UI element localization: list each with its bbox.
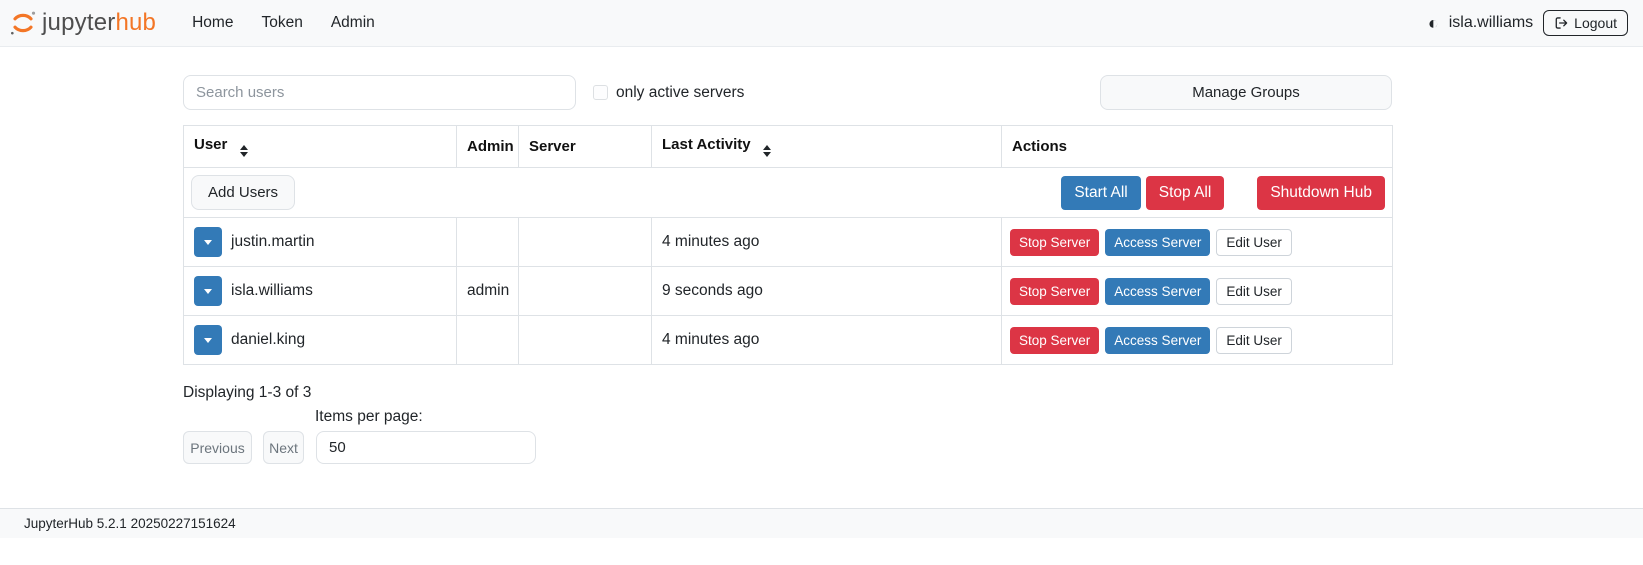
server-cell	[519, 316, 652, 365]
jupyterhub-logo[interactable]: jupyterhub	[8, 8, 156, 38]
nav-right: ◐ isla.williams Logout	[1428, 10, 1628, 36]
caret-down-icon	[204, 338, 212, 343]
user-dropdown-toggle[interactable]	[194, 325, 222, 355]
stop-server-button[interactable]: Stop Server	[1010, 327, 1099, 354]
previous-page-button[interactable]: Previous	[183, 431, 252, 464]
user-row: daniel.king 4 minutes ago Stop Server Ac…	[184, 316, 1393, 365]
sort-icon	[240, 145, 248, 157]
items-per-page-input[interactable]	[316, 431, 536, 464]
manage-groups-button[interactable]: Manage Groups	[1100, 75, 1392, 110]
edit-user-button[interactable]: Edit User	[1216, 327, 1292, 354]
column-header-server: Server	[519, 126, 652, 168]
user-row: justin.martin 4 minutes ago Stop Server …	[184, 218, 1393, 267]
last-activity-cell: 4 minutes ago	[652, 218, 1002, 267]
user-row: isla.williams admin 9 seconds ago Stop S…	[184, 267, 1393, 316]
bulk-actions-row: Add Users Start All Stop All Shutdown Hu…	[184, 168, 1393, 218]
column-header-admin: Admin	[457, 126, 519, 168]
pager: Previous Next	[183, 431, 1392, 464]
logout-icon	[1554, 16, 1568, 30]
user-name: justin.martin	[231, 233, 315, 251]
last-activity-cell: 4 minutes ago	[652, 316, 1002, 365]
footer: JupyterHub 5.2.1 20250227151624	[0, 508, 1643, 538]
column-header-user[interactable]: User	[184, 126, 457, 168]
access-server-button[interactable]: Access Server	[1105, 278, 1210, 305]
logout-button[interactable]: Logout	[1543, 10, 1628, 36]
navbar: jupyterhub Home Token Admin ◐ isla.willi…	[0, 0, 1643, 47]
nav-link-home[interactable]: Home	[178, 6, 247, 40]
server-cell	[519, 218, 652, 267]
users-table: User Admin Server Last Activity Actions …	[183, 125, 1393, 365]
admin-panel: only active servers Manage Groups User A…	[183, 75, 1392, 464]
jupyterhub-logo-icon	[8, 8, 38, 38]
brand-text: jupyterhub	[42, 9, 156, 37]
user-name: daniel.king	[231, 331, 305, 349]
nav-link-token[interactable]: Token	[247, 6, 316, 40]
next-page-button[interactable]: Next	[263, 431, 304, 464]
stop-server-button[interactable]: Stop Server	[1010, 229, 1099, 256]
add-users-button[interactable]: Add Users	[191, 175, 295, 210]
user-dropdown-toggle[interactable]	[194, 276, 222, 306]
stop-server-button[interactable]: Stop Server	[1010, 278, 1099, 305]
caret-down-icon	[204, 240, 212, 245]
access-server-button[interactable]: Access Server	[1105, 327, 1210, 354]
admin-cell: admin	[457, 267, 519, 316]
admin-cell	[457, 316, 519, 365]
active-servers-filter: only active servers	[593, 84, 744, 102]
version-text: JupyterHub 5.2.1 20250227151624	[24, 516, 236, 531]
logout-label: Logout	[1574, 15, 1617, 31]
items-per-page-label: Items per page:	[315, 408, 1392, 426]
pagination-summary: Displaying 1-3 of 3	[183, 384, 1392, 402]
shutdown-hub-button[interactable]: Shutdown Hub	[1257, 176, 1385, 210]
start-all-button[interactable]: Start All	[1061, 176, 1140, 210]
toolbar: only active servers Manage Groups	[183, 75, 1392, 110]
sort-icon	[763, 145, 771, 157]
caret-down-icon	[204, 289, 212, 294]
stop-all-button[interactable]: Stop All	[1146, 176, 1225, 210]
current-username: isla.williams	[1449, 14, 1533, 32]
user-dropdown-toggle[interactable]	[194, 227, 222, 257]
theme-contrast-icon[interactable]: ◐	[1428, 14, 1439, 32]
user-name: isla.williams	[231, 282, 313, 300]
access-server-button[interactable]: Access Server	[1105, 229, 1210, 256]
search-users-input[interactable]	[183, 75, 576, 110]
server-cell	[519, 267, 652, 316]
only-active-servers-label[interactable]: only active servers	[616, 84, 744, 102]
column-header-last-activity[interactable]: Last Activity	[652, 126, 1002, 168]
edit-user-button[interactable]: Edit User	[1216, 278, 1292, 305]
admin-cell	[457, 218, 519, 267]
column-header-actions: Actions	[1002, 126, 1393, 168]
nav-links: Home Token Admin	[178, 6, 389, 40]
table-header-row: User Admin Server Last Activity Actions	[184, 126, 1393, 168]
last-activity-cell: 9 seconds ago	[652, 267, 1002, 316]
edit-user-button[interactable]: Edit User	[1216, 229, 1292, 256]
nav-link-admin[interactable]: Admin	[317, 6, 389, 40]
only-active-servers-checkbox[interactable]	[593, 85, 608, 100]
